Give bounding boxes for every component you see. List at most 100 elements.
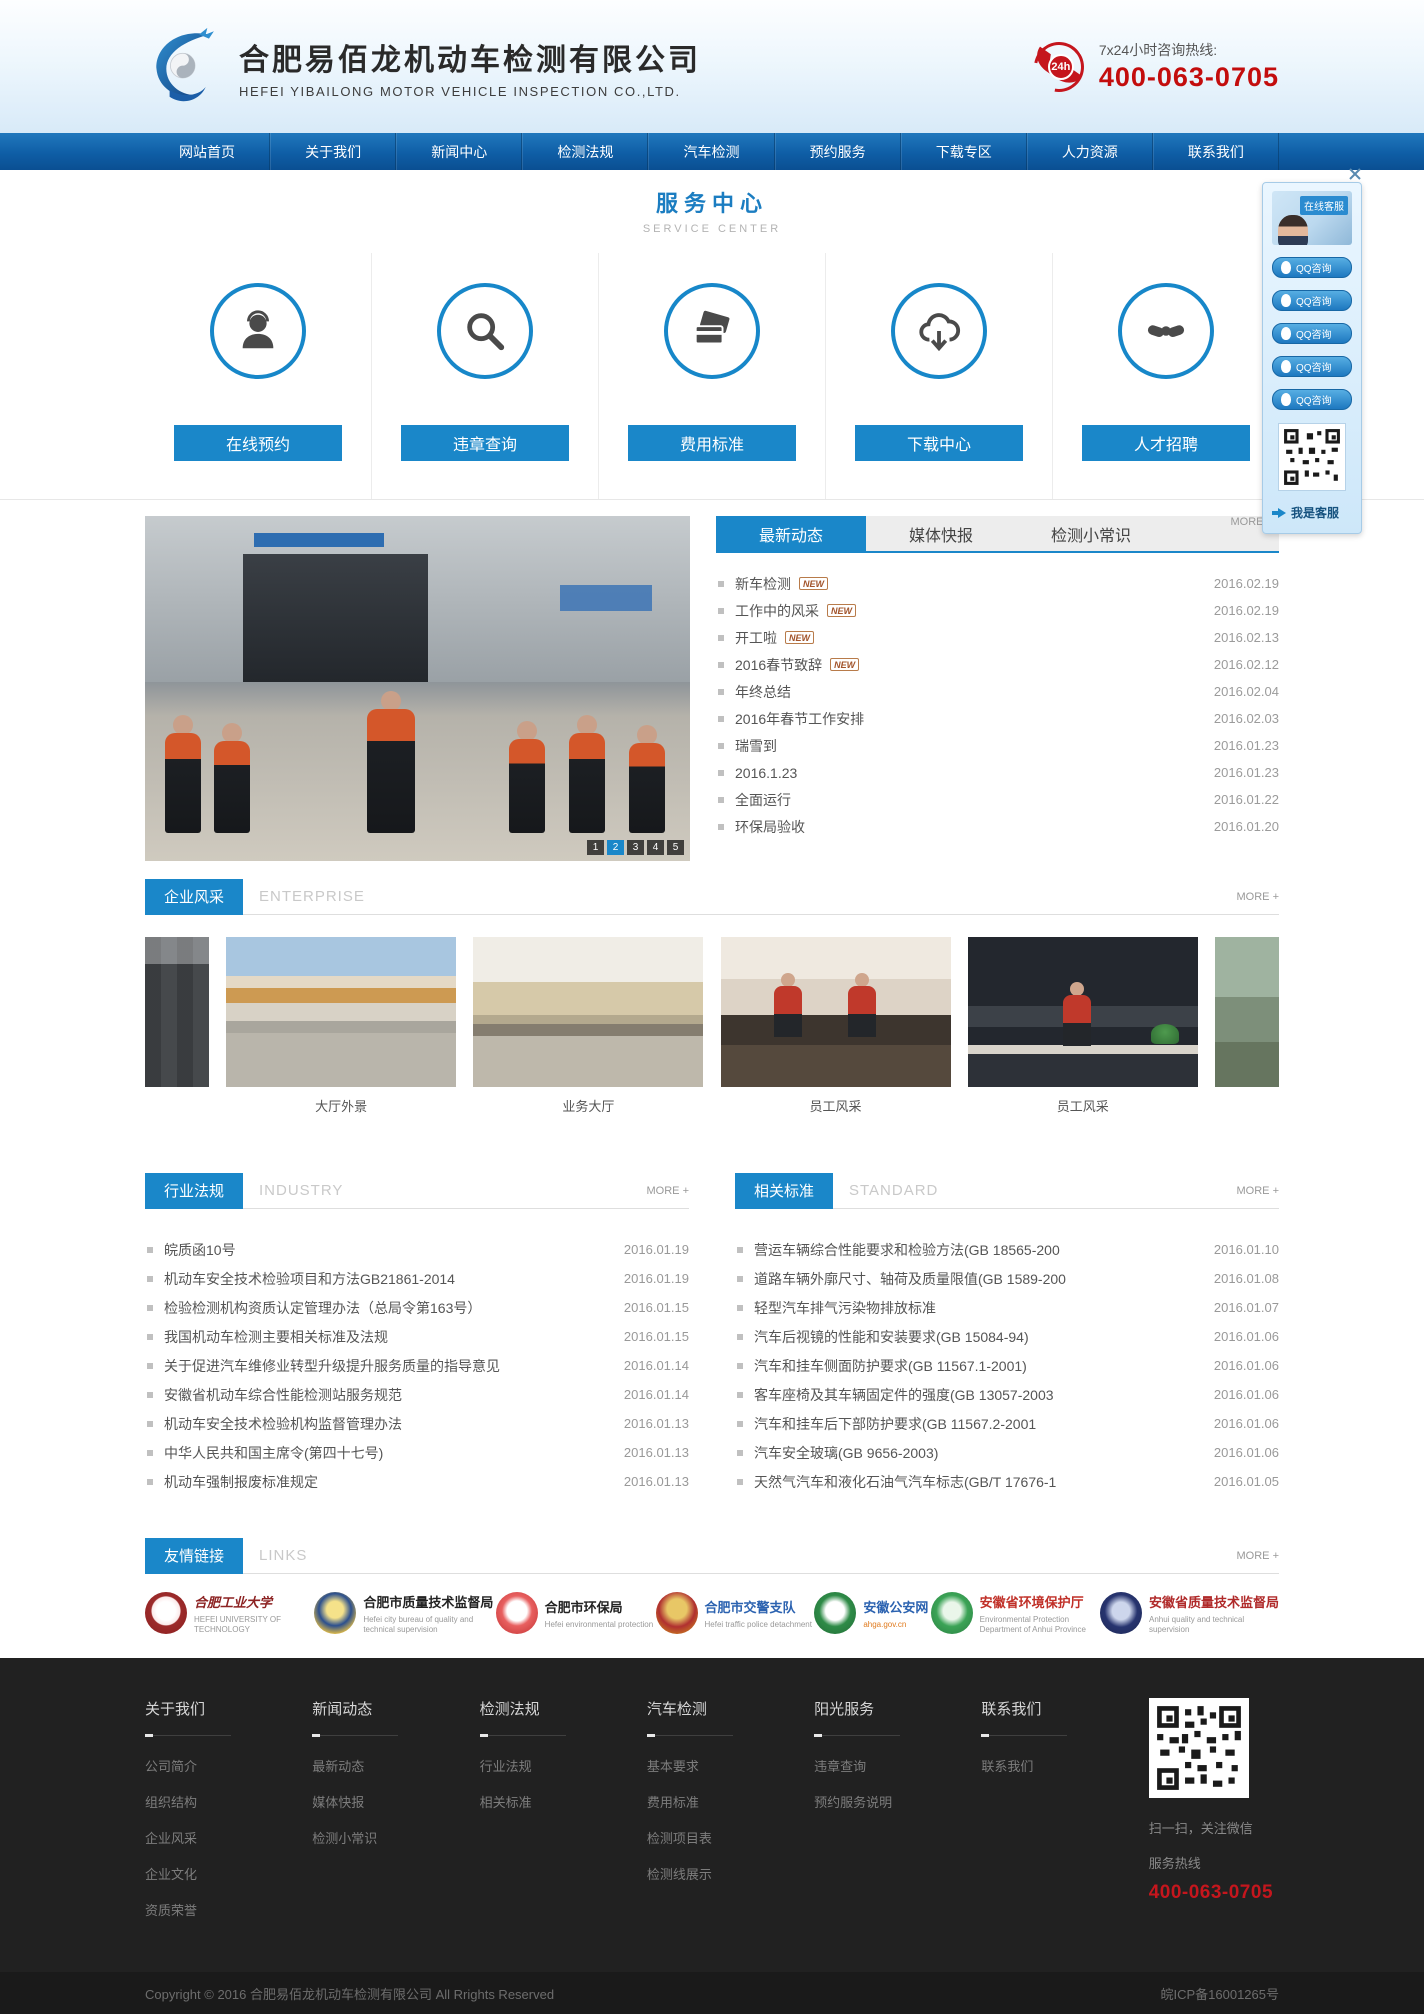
carousel-item[interactable]: 大厅外景 [226,937,456,1115]
footer-link[interactable]: 检测小常识 [312,1828,479,1847]
qq-chat-button[interactable]: QQ咨询 [1272,389,1352,410]
news-title[interactable]: 全面运行 [735,790,791,810]
partner-hfut[interactable]: 合肥工业大学HEFEI UNIVERSITY OF TECHNOLOGY [145,1592,312,1634]
law-title[interactable]: 汽车和挂车后下部防护要求(GB 11567.2-2001 [754,1414,1036,1434]
nav-item-regulations[interactable]: 检测法规 [522,133,648,170]
footer-link[interactable]: 资质荣誉 [145,1900,312,1919]
icp-number[interactable]: 皖ICP备16001265号 [1160,1984,1279,2003]
footer-link[interactable]: 媒体快报 [312,1792,479,1811]
law-title[interactable]: 我国机动车检测主要相关标准及法规 [164,1327,388,1347]
customer-service-link[interactable]: 我是客服 [1272,504,1352,521]
slideshow-page-4[interactable]: 4 [647,840,664,855]
footer-link[interactable]: 公司简介 [145,1756,312,1775]
news-title[interactable]: 新车检测 [735,574,791,594]
footer-link[interactable]: 检测项目表 [647,1828,814,1847]
news-slideshow-photo[interactable]: 1 2 3 4 5 [145,516,690,861]
news-title[interactable]: 环保局验收 [735,817,805,837]
law-title[interactable]: 汽车后视镜的性能和安装要求(GB 15084-94) [754,1327,1029,1347]
news-title[interactable]: 年终总结 [735,682,791,702]
online-booking-button[interactable]: 在线预约 [174,425,342,461]
law-title[interactable]: 机动车安全技术检验项目和方法GB21861-2014 [164,1269,455,1289]
law-title[interactable]: 道路车辆外廓尺寸、轴荷及质量限值(GB 1589-200 [754,1269,1066,1289]
qq-chat-button[interactable]: QQ咨询 [1272,356,1352,377]
qq-chat-button[interactable]: QQ咨询 [1272,257,1352,278]
download-center-button[interactable]: 下载中心 [855,425,1023,461]
news-title[interactable]: 2016春节致辞 [735,655,822,675]
links-more-link[interactable]: MORE + [1237,1550,1279,1562]
news-title[interactable]: 2016年春节工作安排 [735,709,864,729]
qq-chat-button[interactable]: QQ咨询 [1272,323,1352,344]
footer-link[interactable]: 行业法规 [480,1756,647,1775]
nav-item-about[interactable]: 关于我们 [270,133,396,170]
company-logo[interactable]: 合肥易佰龙机动车检测有限公司 HEFEI YIBAILONG MOTOR VEH… [145,25,701,108]
partner-anhui-quality-bureau[interactable]: 安徽省质量技术监督局Anhui quality and technical su… [1100,1592,1279,1634]
law-title[interactable]: 安徽省机动车综合性能检测站服务规范 [164,1385,402,1405]
partner-hefei-quality-bureau[interactable]: 合肥市质量技术监督局Hefei city bureau of quality a… [314,1592,493,1634]
law-title[interactable]: 中华人民共和国主席令(第四十七号) [164,1443,383,1463]
partner-name-en: Hefei city bureau of quality and technic… [363,1615,481,1634]
bullet-icon [147,1334,153,1340]
nav-item-hr[interactable]: 人力资源 [1027,133,1153,170]
law-title[interactable]: 汽车安全玻璃(GB 9656-2003) [754,1443,938,1463]
footer-link[interactable]: 费用标准 [647,1792,814,1811]
nav-item-booking[interactable]: 预约服务 [775,133,901,170]
law-title[interactable]: 天然气汽车和液化石油气汽车标志(GB/T 17676-1 [754,1472,1056,1492]
nav-item-home[interactable]: 网站首页 [145,133,270,170]
footer-link[interactable]: 基本要求 [647,1756,814,1775]
footer-link[interactable]: 企业风采 [145,1828,312,1847]
list-item: 道路车辆外廓尺寸、轴荷及质量限值(GB 1589-2002016.01.08 [735,1264,1279,1293]
footer-link[interactable]: 检测线展示 [647,1864,814,1883]
law-title[interactable]: 皖质函10号 [164,1240,236,1260]
nav-item-inspection[interactable]: 汽车检测 [648,133,774,170]
partner-hefei-epa[interactable]: 合肥市环保局Hefei environmental protection [496,1592,654,1634]
violation-query-button[interactable]: 违章查询 [401,425,569,461]
law-title[interactable]: 轻型汽车排气污染物排放标准 [754,1298,936,1318]
slideshow-page-5[interactable]: 5 [667,840,684,855]
carousel-photo-partial[interactable] [145,937,209,1087]
slideshow-page-1[interactable]: 1 [587,840,604,855]
slideshow-page-3[interactable]: 3 [627,840,644,855]
carousel-item[interactable]: 员工风采 [968,937,1198,1115]
partner-anhui-police-net[interactable]: 安徽公安网ahga.gov.cn [814,1592,928,1634]
footer-link[interactable]: 联系我们 [981,1756,1148,1775]
footer-link[interactable]: 预约服务说明 [814,1792,981,1811]
news-title[interactable]: 瑞雪到 [735,736,777,756]
nav-item-downloads[interactable]: 下载专区 [901,133,1027,170]
carousel-item[interactable]: 员工风采 [721,937,951,1115]
footer-link[interactable]: 最新动态 [312,1756,479,1775]
industry-more-link[interactable]: MORE + [647,1185,689,1197]
news-title[interactable]: 工作中的风采 [735,601,819,621]
partner-anhui-epd[interactable]: 安徽省环境保护厅Environmental Protection Departm… [931,1592,1098,1634]
carousel-item[interactable]: 业务大厅 [473,937,703,1115]
recruitment-button[interactable]: 人才招聘 [1082,425,1250,461]
standard-more-link[interactable]: MORE + [1237,1185,1279,1197]
partner-traffic-police[interactable]: 合肥市交警支队Hefei traffic police detachment [656,1592,812,1634]
qq-label: QQ咨询 [1296,260,1332,275]
law-title[interactable]: 机动车强制报废标准规定 [164,1472,318,1492]
footer-link[interactable]: 组织结构 [145,1792,312,1811]
close-icon[interactable] [1349,167,1361,179]
law-title[interactable]: 营运车辆综合性能要求和检验方法(GB 18565-200 [754,1240,1060,1260]
footer-link[interactable]: 相关标准 [480,1792,647,1811]
footer-link[interactable]: 违章查询 [814,1756,981,1775]
enterprise-more-link[interactable]: MORE + [1237,891,1279,903]
law-title[interactable]: 检验检测机构资质认定管理办法（总局令第163号） [164,1298,481,1318]
tab-media-express[interactable]: 媒体快报 [866,516,1016,551]
cloud-download-icon [891,283,987,379]
law-title[interactable]: 机动车安全技术检验机构监督管理办法 [164,1414,402,1434]
law-title[interactable]: 汽车和挂车侧面防护要求(GB 11567.1-2001) [754,1356,1027,1376]
fee-standard-button[interactable]: 费用标准 [628,425,796,461]
law-title[interactable]: 关于促进汽车维修业转型升级提升服务质量的指导意见 [164,1356,500,1376]
news-title[interactable]: 开工啦 [735,628,777,648]
tab-latest-news[interactable]: 最新动态 [716,516,866,551]
law-title[interactable]: 客车座椅及其车辆固定件的强度(GB 13057-2003 [754,1385,1054,1405]
slideshow-page-2[interactable]: 2 [607,840,624,855]
carousel-photo-partial[interactable] [1215,937,1279,1087]
qq-chat-button[interactable]: QQ咨询 [1272,290,1352,311]
nav-item-news[interactable]: 新闻中心 [396,133,522,170]
news-title[interactable]: 2016.1.23 [735,765,797,781]
site-header: 合肥易佰龙机动车检测有限公司 HEFEI YIBAILONG MOTOR VEH… [0,0,1424,133]
footer-link[interactable]: 企业文化 [145,1864,312,1883]
nav-item-contact[interactable]: 联系我们 [1153,133,1279,170]
tab-inspection-tips[interactable]: 检测小常识 [1016,516,1166,551]
